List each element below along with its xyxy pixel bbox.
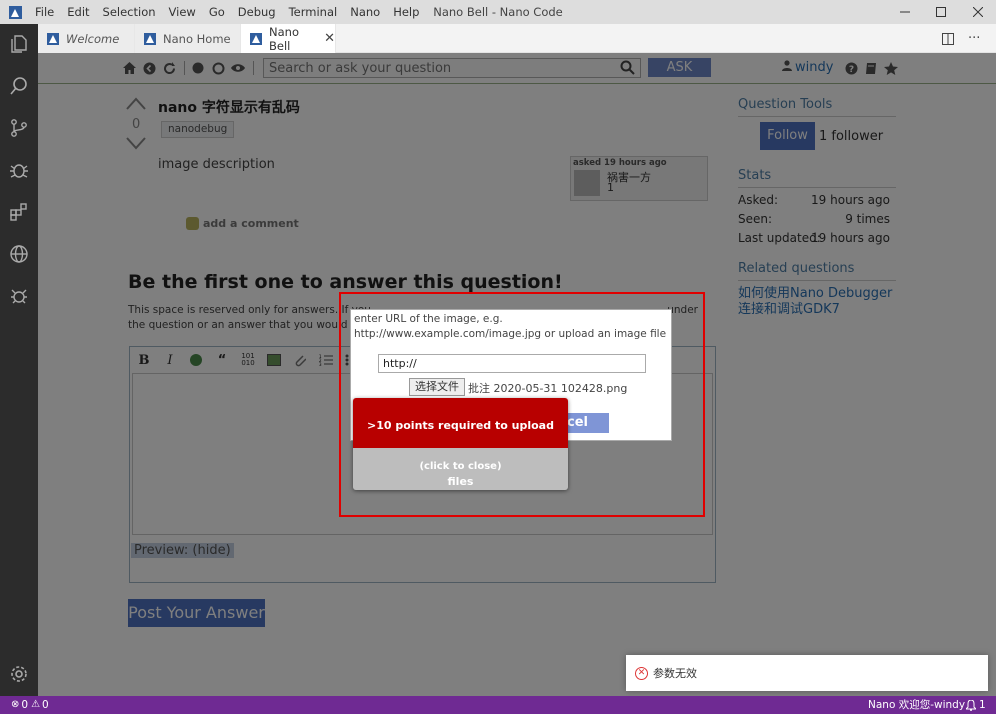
menu-help[interactable]: Help <box>393 5 419 19</box>
tab-label: Nano Bell <box>269 24 299 53</box>
app-logo-icon <box>8 5 23 20</box>
close-icon[interactable]: ✕ <box>324 31 335 46</box>
tab-nano-home[interactable]: Nano Home <box>135 24 241 53</box>
close-window-button[interactable] <box>959 0 996 24</box>
error-count: 0 <box>21 699 29 711</box>
bell-icon <box>966 699 976 711</box>
status-bar: ⊗ 0 ⚠ 0 Nano 欢迎您-windy 1 <box>0 696 996 714</box>
source-control-icon[interactable] <box>7 116 31 140</box>
extensions-icon[interactable] <box>7 200 31 224</box>
problems-indicator[interactable]: ⊗ 0 ⚠ 0 <box>11 696 49 714</box>
notification-count: 1 <box>979 699 986 711</box>
tab-bar: Welcome Nano Home Nano Bell ✕ ··· <box>38 24 996 53</box>
menu-file[interactable]: File <box>35 5 54 19</box>
activity-bar <box>0 24 38 696</box>
tab-nano-bell[interactable]: Nano Bell ✕ <box>241 24 336 53</box>
globe-icon[interactable] <box>7 242 31 266</box>
error-icon: ⊗ <box>11 699 20 710</box>
warning-count: 0 <box>42 699 49 711</box>
more-actions-icon[interactable]: ··· <box>968 24 980 53</box>
maximize-button[interactable] <box>922 0 959 24</box>
menu-go[interactable]: Go <box>209 5 225 19</box>
menu-edit[interactable]: Edit <box>67 5 89 19</box>
debug-icon[interactable] <box>7 158 31 182</box>
bug-icon[interactable] <box>7 284 31 308</box>
split-editor-icon[interactable] <box>942 24 954 53</box>
minimize-button[interactable] <box>886 0 923 24</box>
toast-message: 参数无效 <box>653 667 697 680</box>
title-bar: File Edit Selection View Go Debug Termin… <box>0 0 996 24</box>
error-toast[interactable]: ✕ 参数无效 <box>626 655 988 691</box>
welcome-status[interactable]: Nano 欢迎您-windy <box>868 696 965 714</box>
menu-view[interactable]: View <box>169 5 196 19</box>
tab-label: Welcome <box>66 31 120 46</box>
menu-terminal[interactable]: Terminal <box>289 5 338 19</box>
nano-logo-icon <box>249 32 263 46</box>
explorer-icon[interactable] <box>7 32 31 56</box>
webview: ASK windy ? 0 nano 字符显示有乱码 nanodebug ima… <box>38 53 996 696</box>
settings-gear-icon[interactable] <box>7 662 31 686</box>
tab-welcome[interactable]: Welcome <box>38 24 135 53</box>
notifications-indicator[interactable]: 1 <box>966 696 986 714</box>
menu-selection[interactable]: Selection <box>103 5 156 19</box>
tab-label: Nano Home <box>163 31 231 46</box>
error-icon: ✕ <box>635 666 648 680</box>
menu-nano[interactable]: Nano <box>350 5 380 19</box>
search-icon[interactable] <box>7 74 31 98</box>
menu-debug[interactable]: Debug <box>238 5 276 19</box>
highlight-box <box>339 292 705 517</box>
warning-icon: ⚠ <box>31 699 41 710</box>
nano-logo-icon <box>143 32 157 46</box>
nano-logo-icon <box>46 32 60 46</box>
